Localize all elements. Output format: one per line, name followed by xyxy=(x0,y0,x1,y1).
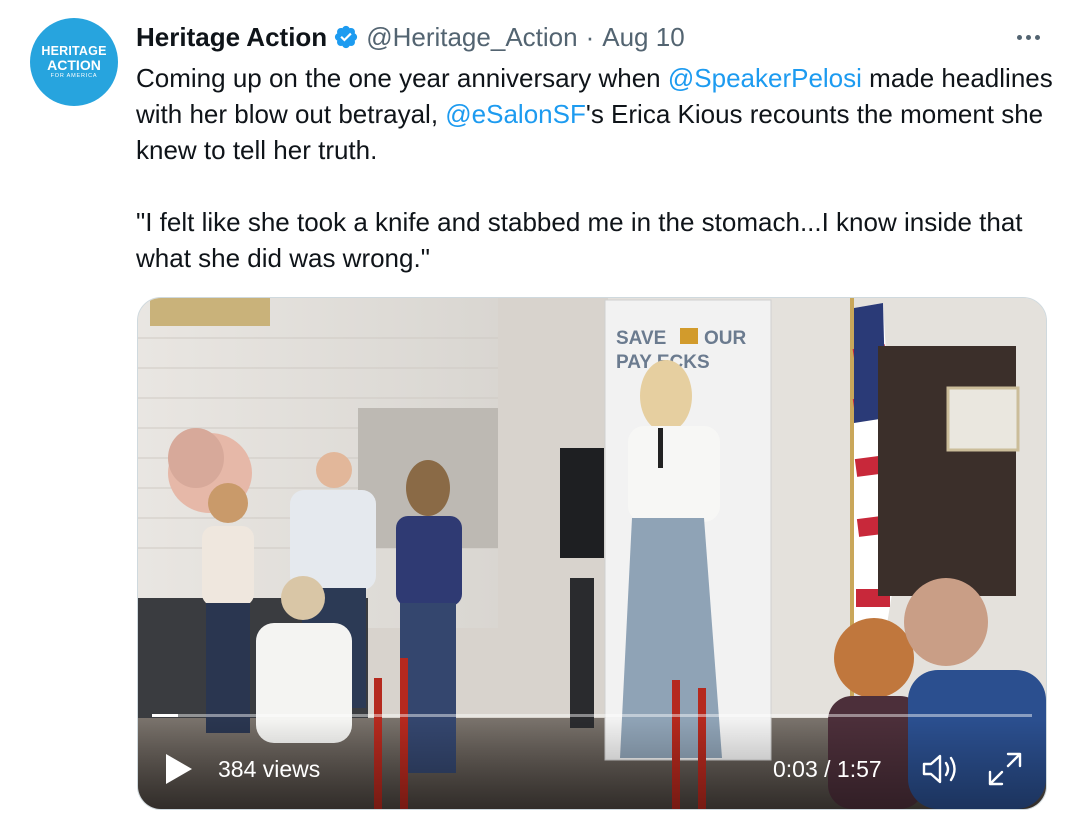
verified-badge-icon[interactable] xyxy=(333,24,359,50)
play-icon[interactable] xyxy=(164,752,194,786)
avatar-line-3: FOR AMERICA xyxy=(50,73,98,79)
cabinet xyxy=(878,346,1016,596)
more-dot xyxy=(1034,34,1040,40)
tweet[interactable]: HERITAGE ACTION FOR AMERICA Heritage Act… xyxy=(0,0,1078,824)
avatar-line-2: ACTION xyxy=(47,57,101,73)
tweet-paragraph-2: "I felt like she took a knife and stabbe… xyxy=(136,207,1023,273)
avatar[interactable]: HERITAGE ACTION FOR AMERICA xyxy=(30,18,118,106)
more-dot xyxy=(1016,34,1022,40)
light-fixture xyxy=(150,298,270,326)
speaker-box xyxy=(560,448,604,558)
view-count: 384 views xyxy=(218,756,321,782)
video-progress-fill xyxy=(152,714,179,717)
fullscreen-icon[interactable] xyxy=(986,750,1024,788)
author-handle[interactable]: @Heritage_Action xyxy=(366,22,577,53)
tweet-header: Heritage Action @Heritage_Action · Aug 1… xyxy=(136,20,685,54)
video-player[interactable]: SAVE OUR PAY ECKS 384 views 0:03 / 1:57 xyxy=(137,297,1047,810)
tweet-text-segment: Coming up on the one year anniversary wh… xyxy=(136,63,668,93)
video-progress-bar[interactable] xyxy=(152,714,1032,717)
avatar-line-1: HERITAGE xyxy=(41,43,107,58)
video-time: 0:03 / 1:57 xyxy=(773,756,882,782)
banner-box-icon xyxy=(680,328,698,344)
banner-text-our: OUR xyxy=(704,328,747,349)
banner-text-save: SAVE xyxy=(616,328,666,349)
more-options-icon[interactable] xyxy=(1010,22,1046,52)
tweet-text: Coming up on the one year anniversary wh… xyxy=(136,60,1056,276)
mention-link[interactable]: @eSalonSF xyxy=(445,99,586,129)
tweet-date[interactable]: Aug 10 xyxy=(602,22,684,53)
separator-dot: · xyxy=(585,21,595,52)
framed-certificate xyxy=(946,386,1020,452)
more-dot xyxy=(1025,34,1031,40)
author-name[interactable]: Heritage Action xyxy=(136,22,327,53)
mention-link[interactable]: @SpeakerPelosi xyxy=(668,63,862,93)
volume-icon[interactable] xyxy=(920,752,960,786)
tweet-paragraph-1: Coming up on the one year anniversary wh… xyxy=(136,60,1056,168)
